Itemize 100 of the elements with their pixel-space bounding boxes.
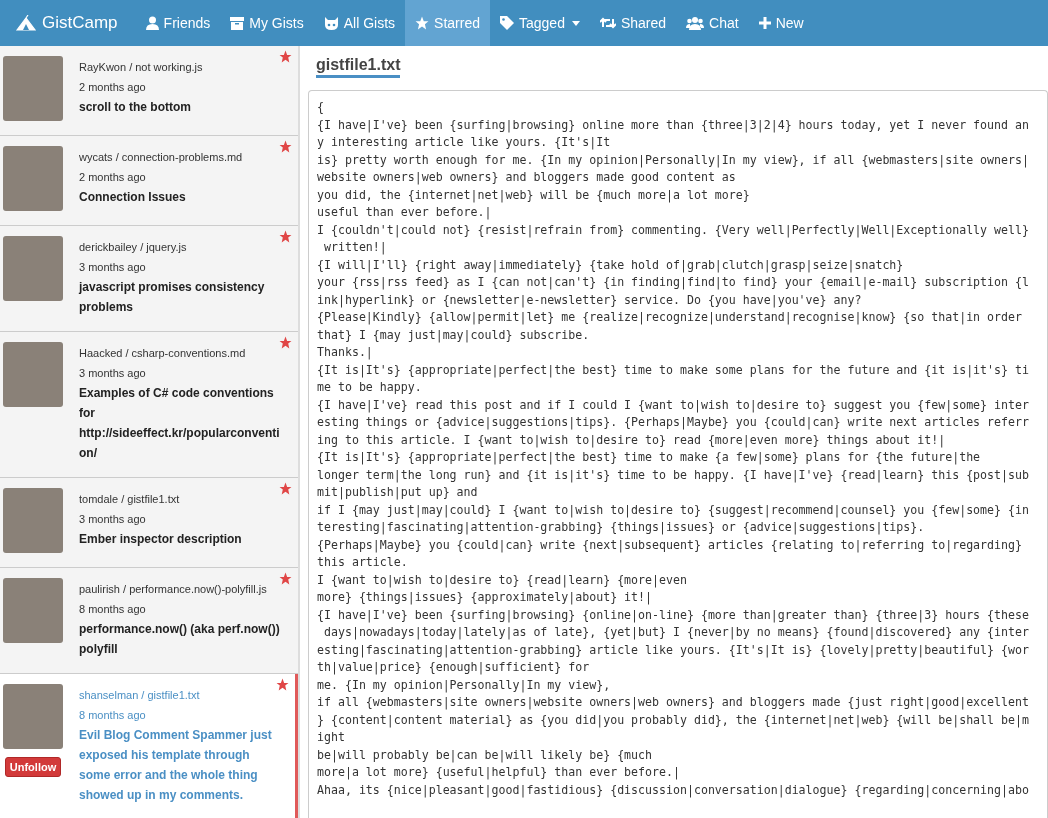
gist-list-item[interactable]: RayKwon / not working.js 2 months ago scroll to the bottom [0, 46, 298, 136]
code-line: esting|fascinating|attention-grabbing} article like yours. {It's|It is} {lovely|pretty|beautiful} {wor [317, 641, 1029, 659]
code-line: if all {webmasters|site owners|website owners|web owners} and bloggers made {just right|good|excellent [317, 694, 1029, 712]
nav-tab[interactable]: My Gists [220, 0, 314, 46]
code-line: {I have|I've} read this post and if I could I {want to|wish to|desire to} suggest you {few|some} inter [317, 396, 1029, 414]
star-icon[interactable] [279, 572, 292, 585]
code-line: me. {In my opinion|Personally|In my view}, [317, 676, 611, 694]
code-line: Thanks.| [317, 344, 373, 362]
gist-author-file: derickbailey / jquery.js [79, 240, 188, 255]
code-line: you did, the {internet|net|web} will be {much more|a lot more} [317, 186, 750, 204]
avatar-photo-placeholder [3, 684, 63, 749]
camp-logo-icon [16, 15, 36, 31]
code-line: {I have|I've} been {surfing|browsing} online more than {three|3|2|4} hours today, yet I never found an [317, 116, 1029, 134]
code-line: days|nowadays|today|lately|as of late}, {yet|but} I {never|by no means} {found|discovered} any {inter [322, 624, 1029, 642]
gist-list-item[interactable]: Unfollow shanselman / gistfile1.txt 8 months ago Evil Blog Comment Spammer just exposed his template through some error and the whole thing showed up in my comments. [0, 674, 298, 818]
gist-title: scroll to the bottom [79, 99, 192, 116]
gist-author-file: RayKwon / not working.js [79, 60, 204, 75]
code-line: website owners|web owners} and bloggers made good content as [317, 169, 736, 187]
gist-time: 2 months ago [79, 80, 147, 95]
archive-icon [230, 16, 245, 30]
gist-time: 3 months ago [79, 260, 147, 275]
gist-author-file: Haacked / csharp-conventions.md [79, 346, 247, 361]
avatar-photo-placeholder [3, 56, 63, 121]
file-name-heading: gistfile1.txt [316, 56, 401, 78]
gist-title: Evil Blog Comment Spammer just exposed his template through some error and the whole thing showed up in my comments. [79, 727, 273, 804]
nav-tab[interactable]: Starred [405, 0, 490, 46]
gist-title: Connection Issues [79, 189, 187, 206]
avatar-photo-placeholder [3, 236, 63, 301]
code-line: } {content|content material} as {you did|you probably did}, the {internet|net|web} {will be|shall be|m [317, 711, 1029, 729]
code-line: {Perhaps|Maybe} you {could|can} write {next|subsequent} articles {relating to|referring to|regarding} [317, 536, 1022, 554]
gist-time: 2 months ago [79, 170, 147, 185]
gist-author-file: shanselman / gistfile1.txt [79, 688, 201, 703]
gist-list-item[interactable]: wycats / connection-problems.md 2 months ago Connection Issues [0, 136, 298, 226]
nav-tab[interactable]: Friends [135, 0, 221, 46]
gist-time: 8 months ago [79, 602, 147, 617]
code-line: your {rss|rss feed} as I {can not|can't} {in finding|find|to find} your {email|e-mail} subscription {l [317, 274, 1029, 292]
code-line: ing to this article. I {want to|wish to|desire to} read {more|even more} things about it!| [317, 431, 946, 449]
unfollow-button[interactable]: Unfollow [4, 757, 62, 777]
code-line: me to be happy. [317, 379, 422, 396]
gist-author-file: tomdale / gistfile1.txt [79, 492, 181, 507]
code-line: mit|publish|put up} and [317, 484, 478, 502]
code-line: {It is|It's} {appropriate|perfect|the best} time to make some plans for the future and {it is|it's} ti [317, 361, 1029, 379]
code-line: I {want to|wish to|desire to} {read|learn} {more|even [317, 571, 687, 589]
nav-tab[interactable]: All Gists [313, 0, 406, 46]
gist-list-item[interactable]: Haacked / csharp-conventions.md 3 months ago Examples of C# code conventions for http://sideeffect.kr/popularconvention/ [0, 332, 298, 478]
star-icon[interactable] [279, 230, 292, 243]
repeat-arrows-icon [599, 17, 616, 29]
star-icon[interactable] [279, 336, 292, 349]
brand-link[interactable]: GistCamp [16, 0, 118, 46]
star-icon[interactable] [279, 482, 292, 495]
code-line: is} pretty worth enough for me. {In my opinion|Personally|In my view}, if all {webmasters|site owners| [317, 151, 1029, 169]
code-line: that} I {may just|may|could} subscribe. [317, 326, 590, 344]
gist-title: javascript promises consistency problems [79, 279, 266, 316]
code-line: ink|hyperlink} or {newsletter|e-newsletter} service. Do {you have|you've} any? [317, 291, 862, 309]
nav-tab[interactable]: New [748, 0, 814, 46]
person-icon [145, 16, 159, 30]
nav-tab[interactable]: Shared [589, 0, 677, 46]
people-icon [686, 16, 705, 30]
nav-tab[interactable]: Chat [676, 0, 749, 46]
code-line: more} {things|issues} {approximately|about} it!| [317, 589, 653, 607]
code-line: {I will|I'll} {right away|immediately} {take hold of|grab|clutch|grasp|seize|snatch} [317, 256, 904, 274]
gist-title: Ember inspector description [79, 531, 243, 548]
gist-time: 8 months ago [79, 708, 147, 723]
gist-time: 3 months ago [79, 512, 147, 527]
code-line: written!| [322, 239, 387, 257]
code-line: y interesting article like yours. {It's|It [317, 134, 611, 152]
avatar-photo-placeholder [3, 342, 63, 407]
code-line: ight [317, 729, 345, 746]
avatar-photo-placeholder [3, 578, 63, 643]
code-line: more|a lot more} {useful|helpful} than ever before.| [317, 764, 680, 782]
code-line: be|will probably be|can be|will likely be} {much [317, 746, 653, 764]
code-line: this article. [317, 554, 408, 571]
gist-list-item[interactable]: tomdale / gistfile1.txt 3 months ago Ember inspector description [0, 478, 298, 568]
gist-list-item[interactable]: derickbailey / jquery.js 3 months ago javascript promises consistency problems [0, 226, 298, 332]
star-icon[interactable] [279, 140, 292, 153]
code-line: {I have|I've} been {surfing|browsing} {online|on-line} {more than|greater than} {three|3} hours {these [317, 606, 1029, 624]
gist-title: performance.now() (aka perf.now()) polyfill [79, 621, 281, 658]
code-line: Ahaa, its {nice|pleasant|good|fastidious} {discussion|conversation|dialogue} {regarding|concerning|abo [317, 781, 1029, 799]
code-line: {Please|Kindly} {allow|permit|let} me {realize|recognize|understand|recognise|know} {so that|in order [317, 309, 1022, 327]
code-line: { [317, 99, 324, 116]
code-line: longer term|the long run} and {it is|it's} time to be happy. {I have|I've} {read|learn} this {post|sub [317, 466, 1029, 484]
plus-icon [758, 17, 771, 29]
code-line: teresting|fascinating|attention-grabbing} {things|issues} or {advice|suggestions|tips}. [317, 519, 925, 537]
code-line: esting things or {advice|suggestions|tips}. {Perhaps|Maybe} you {could|can} write next articles referr [317, 414, 1029, 432]
star-icon[interactable] [279, 50, 292, 63]
gist-author-file: wycats / connection-problems.md [79, 150, 244, 165]
avatar-photo-placeholder [3, 146, 63, 211]
code-line: th|value|price} {enough|sufficient} for [317, 659, 590, 677]
avatar-photo-placeholder [3, 488, 63, 553]
star-icon [415, 16, 430, 30]
gist-list-item[interactable]: paulirish / performance.now()-polyfill.js 8 months ago performance.now() (aka perf.now()) polyfill [0, 568, 298, 674]
code-line: if I {may just|may|could} I {want to|wish to|desire to} {suggest|recommend|counsel} you {few|some} {in [317, 501, 1029, 519]
star-icon[interactable] [276, 678, 289, 691]
code-line: I {couldn't|could not} {resist|refrain from} commenting. {Very well|Perfectly|Well|Exceptionally well} [317, 221, 1029, 239]
gist-title: Examples of C# code conventions for http://sideeffect.kr/popularconvention/ [79, 385, 281, 462]
nav-tab[interactable]: Tagged [490, 0, 590, 46]
tag-icon [500, 16, 514, 30]
gist-author-file: paulirish / performance.now()-polyfill.js [79, 582, 268, 597]
code-line: {It is|It's} {appropriate|perfect|the best} time to make {a few|some} plans for {the future|the [317, 449, 981, 467]
gist-time: 3 months ago [79, 366, 147, 381]
